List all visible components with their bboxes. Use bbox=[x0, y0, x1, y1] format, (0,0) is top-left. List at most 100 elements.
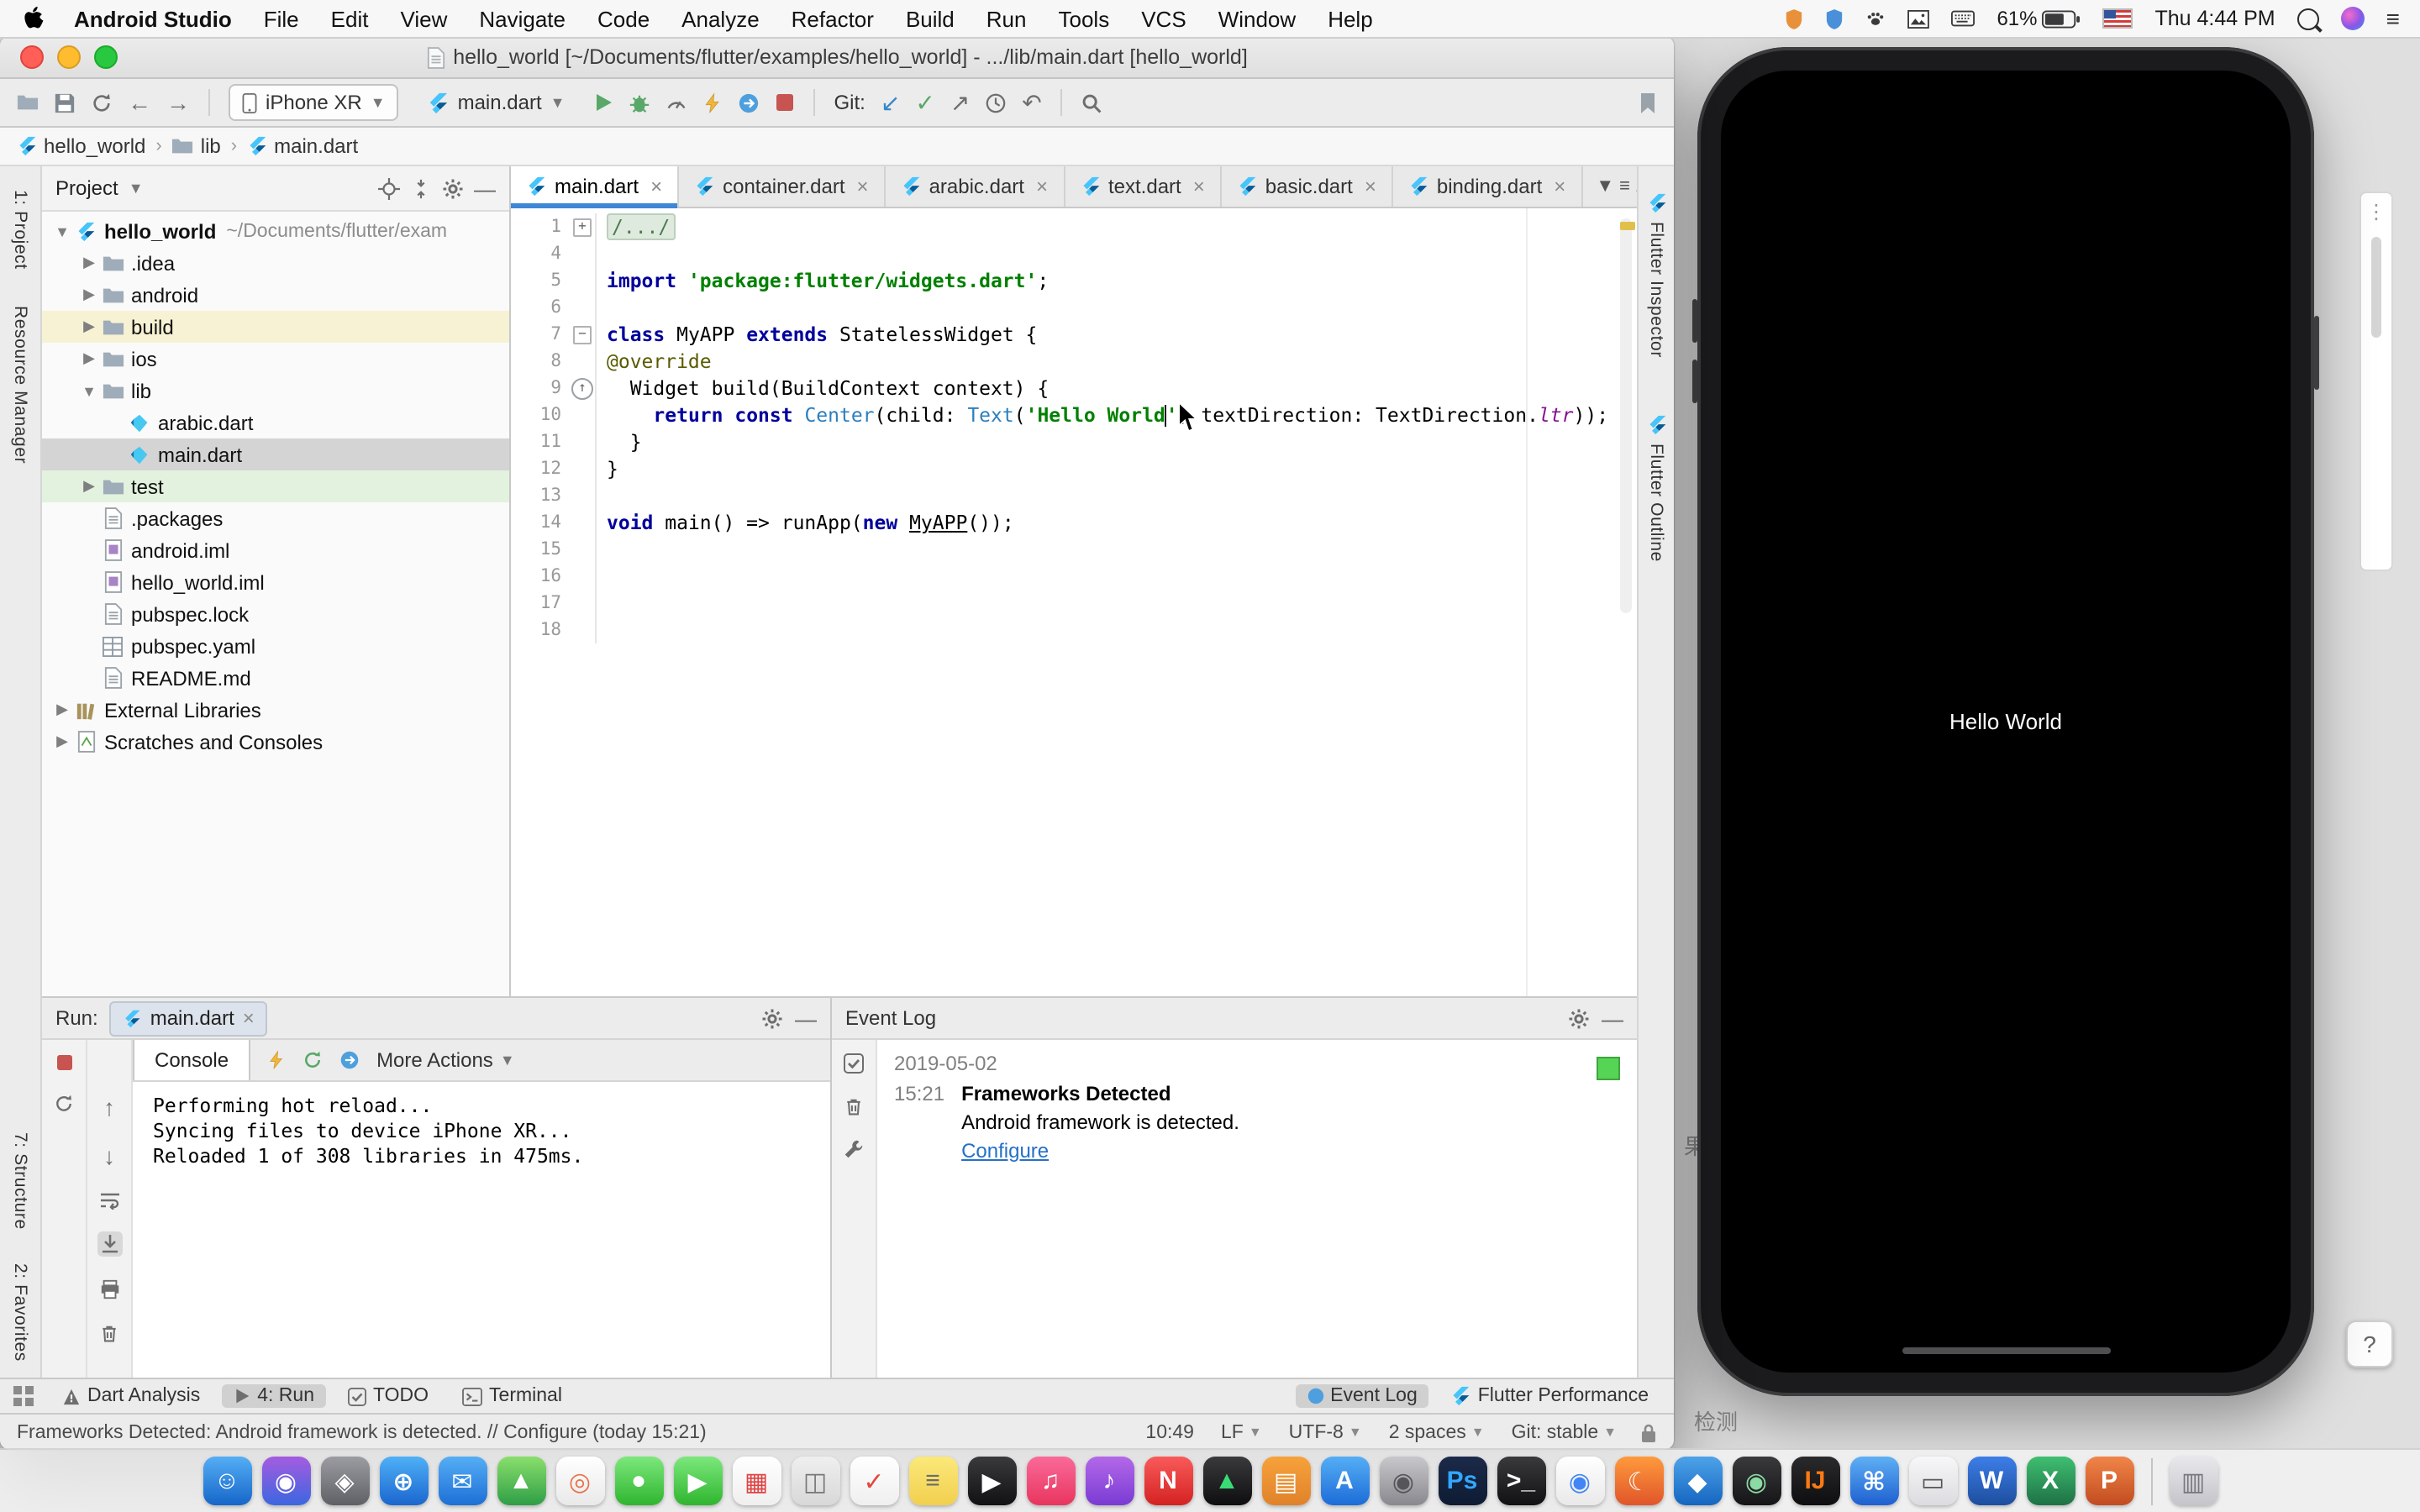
tree-item-arabic.dart[interactable]: arabic.dart bbox=[42, 407, 509, 438]
battery-indicator[interactable]: 61% bbox=[1996, 7, 2081, 30]
tree-chevron-icon[interactable]: ▼ bbox=[52, 223, 72, 239]
dock-icon-photoshop[interactable]: Ps bbox=[1438, 1457, 1486, 1505]
tree-item-hello-world[interactable]: ▼hello_world~/Documents/flutter/exam bbox=[42, 215, 509, 247]
gear-icon[interactable] bbox=[1568, 1007, 1590, 1029]
code-line[interactable]: 14void main() => runApp(new MyAPP()); bbox=[511, 509, 1637, 536]
paw-icon[interactable] bbox=[1865, 8, 1886, 29]
dock-icon-xcode[interactable]: ⌘ bbox=[1849, 1457, 1898, 1505]
breadcrumb-item-lib[interactable]: lib bbox=[172, 134, 221, 158]
run-tab[interactable]: main.dart × bbox=[110, 1000, 268, 1036]
tree-chevron-icon[interactable]: ▶ bbox=[79, 477, 99, 496]
configure-link[interactable]: Configure bbox=[961, 1139, 1049, 1163]
forward-icon[interactable]: → bbox=[166, 89, 190, 116]
minimize-window-button[interactable] bbox=[57, 45, 81, 69]
tree-chevron-icon[interactable]: ▶ bbox=[79, 286, 99, 304]
code-line[interactable]: 5import 'package:flutter/widgets.dart'; bbox=[511, 267, 1637, 294]
dock-icon-system-preferences[interactable]: ◉ bbox=[1379, 1457, 1428, 1505]
dock-icon-chrome[interactable]: ◉ bbox=[1555, 1457, 1604, 1505]
dock-icon-vscode[interactable]: ◆ bbox=[1673, 1457, 1722, 1505]
more-dots-icon[interactable]: ⋮ bbox=[2366, 200, 2386, 223]
chevron-down-icon[interactable]: ▼ bbox=[129, 180, 144, 197]
close-window-button[interactable] bbox=[20, 45, 44, 69]
menu-item-help[interactable]: Help bbox=[1328, 6, 1373, 31]
menu-item-android-studio[interactable]: Android Studio bbox=[74, 6, 232, 31]
siri-icon[interactable] bbox=[2341, 7, 2365, 30]
override-method-icon[interactable]: ↑ bbox=[571, 377, 593, 399]
editor-tab-text.dart[interactable]: text.dart× bbox=[1065, 166, 1222, 207]
print-icon[interactable] bbox=[98, 1278, 120, 1300]
git-push-icon[interactable]: ↗ bbox=[950, 88, 970, 117]
tool-stripe-button--project[interactable]: 1: Project bbox=[10, 190, 30, 270]
tool-window-button-terminal[interactable]: Terminal bbox=[450, 1384, 574, 1408]
back-icon[interactable]: ← bbox=[128, 89, 151, 116]
code-line[interactable]: 17 bbox=[511, 590, 1637, 617]
scrollbar-thumb[interactable] bbox=[2371, 237, 2381, 338]
hide-panel-button[interactable]: — bbox=[795, 1005, 817, 1031]
spotlight-icon[interactable] bbox=[2297, 8, 2319, 29]
dock-icon-messages[interactable]: ● bbox=[614, 1457, 663, 1505]
wrench-icon[interactable] bbox=[844, 1139, 864, 1159]
menu-item-analyze[interactable]: Analyze bbox=[681, 6, 760, 31]
editor-tab-arabic.dart[interactable]: arabic.dart× bbox=[886, 166, 1065, 207]
tool-window-button-4-run[interactable]: 4: Run bbox=[222, 1384, 326, 1408]
simulator-screen[interactable]: Hello World bbox=[1721, 71, 2291, 1373]
keyboard-icon[interactable] bbox=[1951, 10, 1975, 27]
menu-item-edit[interactable]: Edit bbox=[331, 6, 369, 31]
close-icon[interactable]: × bbox=[1193, 175, 1205, 198]
profiler-button[interactable] bbox=[666, 92, 688, 113]
flutter-attach-icon[interactable] bbox=[339, 1050, 360, 1070]
input-language-flag-icon[interactable] bbox=[2103, 8, 2133, 29]
hot-restart-icon[interactable] bbox=[302, 1050, 323, 1070]
dock-icon-android-studio[interactable]: ◉ bbox=[1732, 1457, 1781, 1505]
stop-button[interactable] bbox=[776, 92, 796, 113]
tool-windows-icon[interactable] bbox=[13, 1386, 34, 1406]
menu-item-build[interactable]: Build bbox=[906, 6, 955, 31]
tree-item-external-libraries[interactable]: ▶External Libraries bbox=[42, 694, 509, 726]
dock-icon-app-store[interactable]: A bbox=[1320, 1457, 1369, 1505]
sync-icon[interactable] bbox=[91, 92, 113, 113]
tree-chevron-icon[interactable]: ▶ bbox=[52, 701, 72, 719]
shield-blue-icon[interactable] bbox=[1825, 8, 1844, 29]
breadcrumb-item-main.dart[interactable]: main.dart bbox=[247, 134, 358, 158]
debug-button[interactable] bbox=[629, 92, 651, 113]
dock-icon-launchpad[interactable]: ◈ bbox=[320, 1457, 369, 1505]
gear-icon[interactable] bbox=[761, 1007, 783, 1029]
menu-item-tools[interactable]: Tools bbox=[1059, 6, 1110, 31]
device-selector[interactable]: iPhone XR ▼ bbox=[229, 84, 399, 121]
dock-icon-contacts[interactable]: ◫ bbox=[791, 1457, 839, 1505]
fold-collapse-icon[interactable]: − bbox=[573, 325, 592, 344]
search-everywhere-icon[interactable] bbox=[1081, 92, 1102, 113]
locate-file-icon[interactable] bbox=[378, 177, 400, 199]
tool-stripe-button--favorites[interactable]: 2: Favorites bbox=[10, 1263, 30, 1361]
tree-item-readme.md[interactable]: README.md bbox=[42, 662, 509, 694]
tree-item-scratches-and-consoles[interactable]: ▶Scratches and Consoles bbox=[42, 726, 509, 758]
dock-icon-tv[interactable]: ▶ bbox=[967, 1457, 1016, 1505]
rerun-button[interactable] bbox=[54, 1094, 74, 1114]
event-log-content[interactable]: 2019-05-02 15:21 Frameworks Detected And… bbox=[877, 1040, 1637, 1378]
inspection-stripe-mark[interactable] bbox=[1620, 222, 1635, 230]
close-icon[interactable]: × bbox=[1554, 175, 1565, 198]
gear-icon[interactable] bbox=[442, 177, 464, 199]
dock-icon-reminders[interactable]: ✓ bbox=[850, 1457, 898, 1505]
window-title-bar[interactable]: hello_world [~/Documents/flutter/example… bbox=[0, 37, 1674, 79]
more-actions-dropdown[interactable]: More Actions ▼ bbox=[376, 1048, 515, 1072]
dock-icon-siri[interactable]: ◉ bbox=[261, 1457, 310, 1505]
git-commit-icon[interactable]: ✓ bbox=[915, 88, 934, 117]
clear-console-icon[interactable] bbox=[99, 1322, 119, 1344]
hot-reload-button[interactable] bbox=[703, 92, 723, 113]
code-line[interactable]: 11 } bbox=[511, 428, 1637, 455]
fold-expand-icon[interactable]: + bbox=[573, 218, 592, 236]
stop-process-button[interactable] bbox=[55, 1053, 73, 1072]
code-line[interactable]: 15 bbox=[511, 536, 1637, 563]
status-item-git-stable[interactable]: Git: stable▼ bbox=[1512, 1422, 1617, 1442]
dock-icon-books[interactable]: ▤ bbox=[1261, 1457, 1310, 1505]
tool-window-button-dart-analysis[interactable]: Dart Analysis bbox=[50, 1384, 212, 1408]
tree-item-ios[interactable]: ▶ios bbox=[42, 343, 509, 375]
tree-chevron-icon[interactable]: ▶ bbox=[79, 349, 99, 368]
menu-item-code[interactable]: Code bbox=[597, 6, 650, 31]
tool-stripe-button--structure[interactable]: 7: Structure bbox=[10, 1131, 30, 1229]
dock-icon-firefox[interactable]: ☾ bbox=[1614, 1457, 1663, 1505]
tree-chevron-icon[interactable]: ▶ bbox=[52, 732, 72, 751]
menu-item-file[interactable]: File bbox=[264, 6, 299, 31]
git-update-icon[interactable]: ↙ bbox=[881, 88, 900, 117]
